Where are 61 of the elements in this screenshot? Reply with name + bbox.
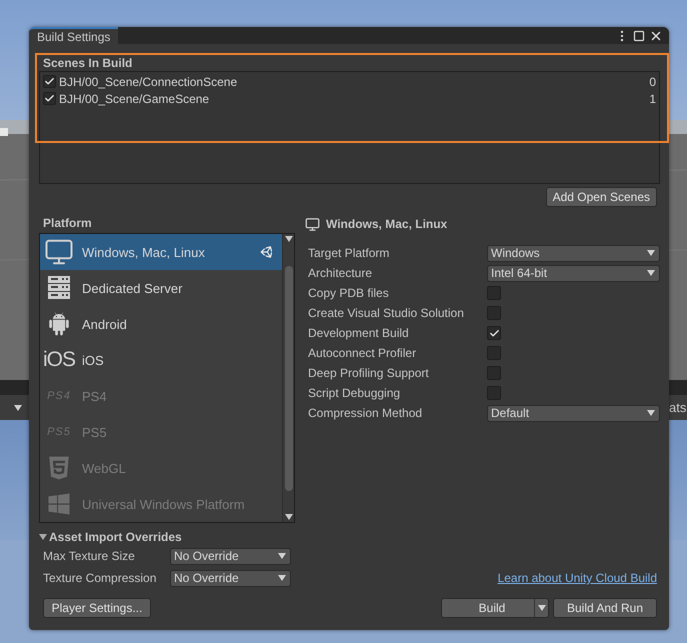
scene-path[interactable]: BJH/00_Scene/ConnectionScene <box>59 74 646 88</box>
maximize-icon[interactable] <box>633 30 645 42</box>
check-icon <box>488 328 500 338</box>
override-label: Texture Compression <box>43 571 158 585</box>
setting-checkbox[interactable] <box>487 346 501 360</box>
monitor-icon <box>44 237 74 267</box>
scroll-down-icon <box>284 514 292 520</box>
add-open-scenes-button[interactable]: Add Open Scenes <box>546 187 657 207</box>
setting-label: Copy PDB files <box>308 286 390 300</box>
setting-label: Create Visual Studio Solution <box>308 306 465 320</box>
setting-label: Autoconnect Profiler <box>308 346 418 360</box>
setting-label: Script Debugging <box>308 386 402 400</box>
player-settings-button[interactable]: Player Settings... <box>43 598 151 618</box>
caret-icon <box>647 250 655 256</box>
cloud-build-link[interactable]: Learn about Unity Cloud Build <box>498 571 660 585</box>
build-button[interactable]: Build <box>441 598 549 618</box>
setting-checkbox[interactable] <box>487 286 501 300</box>
setting-dropdown[interactable]: Intel 64-bit <box>487 264 660 282</box>
override-dropdown[interactable]: No Override <box>170 548 291 564</box>
settings-title: Windows, Mac, Linux <box>326 217 448 231</box>
caret-icon <box>538 605 546 611</box>
ios-logo: iOS <box>43 348 76 372</box>
dropdown-caret-icon <box>14 404 22 410</box>
setting-checkbox[interactable] <box>487 306 501 320</box>
scene-index: 0 <box>649 74 656 88</box>
scene-checkbox[interactable] <box>43 75 56 88</box>
override-dropdown[interactable]: No Override <box>170 570 291 586</box>
section-title: Scenes In Build <box>42 56 134 70</box>
foldout-title[interactable]: Asset Import Overrides <box>49 530 182 544</box>
setting-checkbox[interactable] <box>487 386 501 400</box>
platform-item[interactable]: Android <box>40 306 282 342</box>
setting-label: Development Build <box>308 326 410 340</box>
scrollbar[interactable] <box>282 234 294 522</box>
caret-icon <box>647 410 655 416</box>
setting-checkbox[interactable] <box>487 326 501 340</box>
setting-label: Deep Profiling Support <box>308 366 430 380</box>
setting-label: Target Platform <box>308 246 390 260</box>
setting-dropdown[interactable]: Default <box>487 404 660 422</box>
caret-icon <box>647 270 655 276</box>
unity-logo-icon <box>260 245 274 259</box>
override-label: Max Texture Size <box>43 549 136 563</box>
server-icon <box>48 276 70 300</box>
build-and-run-button[interactable]: Build And Run <box>553 598 657 618</box>
setting-dropdown[interactable]: Windows <box>487 244 660 262</box>
platform-label: Platform <box>42 216 93 230</box>
monitor-icon <box>305 216 320 232</box>
scene-index: 1 <box>649 92 656 106</box>
check-icon <box>44 76 55 87</box>
platform-item[interactable]: Dedicated Server <box>40 270 282 306</box>
platform-item[interactable]: iOS iOS <box>40 342 282 378</box>
caret-icon <box>278 553 286 559</box>
check-icon <box>44 93 55 104</box>
scene-path[interactable]: BJH/00_Scene/GameScene <box>59 92 646 106</box>
platform-item[interactable]: Windows, Mac, Linux <box>40 234 282 270</box>
caret-icon <box>278 575 286 581</box>
setting-checkbox[interactable] <box>487 366 501 380</box>
window-tab[interactable]: Build Settings <box>29 27 118 44</box>
windows-icon <box>47 492 71 516</box>
setting-label: Architecture <box>308 266 374 280</box>
scene-checkbox[interactable] <box>43 92 56 105</box>
setting-label: Compression Method <box>308 406 424 420</box>
